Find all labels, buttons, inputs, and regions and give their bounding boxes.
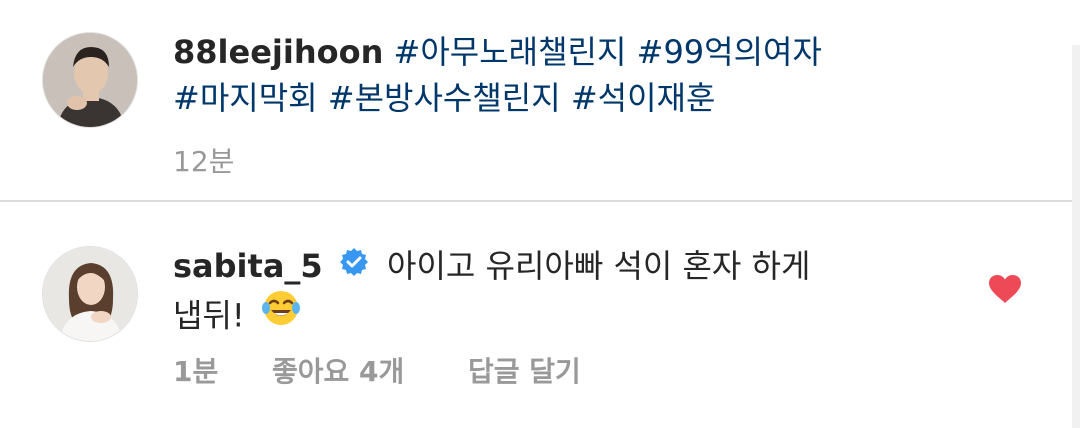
hashtag[interactable]: #석이재훈 [571,79,716,117]
comment-text: 냅뒤! [173,296,245,335]
verified-badge-icon [339,242,369,290]
caption-line-1: 88leejihoon #아무노래챌린지 #99억의여자 [173,28,822,76]
heart-icon[interactable] [988,274,1022,308]
comment-item: sabita_5 아이고 유리아빠 석이 혼자 하게 냅뒤! 1분 좋아요 4개… [0,202,1080,428]
comment-timestamp: 1분 [173,355,219,388]
hashtag[interactable]: #아무노래챌린지 [394,33,627,71]
post-username[interactable]: 88leejihoon [173,33,383,71]
comment-username[interactable]: sabita_5 [173,247,323,285]
comment-text: 아이고 유리아빠 석이 혼자 하게 [387,247,811,285]
comment-line-1: sabita_5 아이고 유리아빠 석이 혼자 하게 [173,242,810,294]
post-caption: 88leejihoon #아무노래챌린지 #99억의여자 #마지막회 #본방사수… [0,0,1080,200]
comment-line-2: 냅뒤! [173,288,301,347]
tears-of-joy-emoji-icon [261,288,301,341]
hashtag[interactable]: #본방사수챌린지 [328,79,561,117]
reply-button[interactable]: 답글 달기 [468,350,581,390]
caption-line-2: #마지막회 #본방사수챌린지 #석이재훈 [173,74,715,122]
avatar[interactable] [42,32,138,128]
avatar[interactable] [42,246,138,342]
post-timestamp: 12분 [173,145,235,178]
hashtag[interactable]: #마지막회 [173,79,318,117]
like-count-button[interactable]: 좋아요 4개 [272,350,404,390]
hashtag[interactable]: #99억의여자 [637,33,822,71]
scrollbar[interactable] [1072,45,1080,428]
